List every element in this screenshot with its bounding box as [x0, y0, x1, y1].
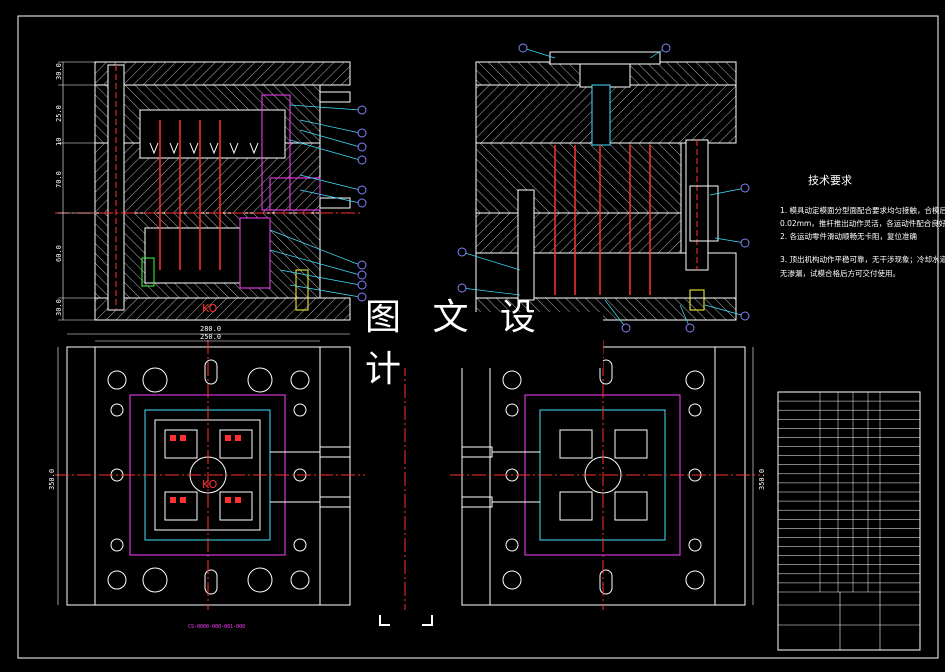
dimension-top-inner: 250.0: [200, 333, 222, 341]
watermark-box: 图 文 设 计: [365, 297, 603, 390]
dimension-side: 60.0: [55, 245, 63, 262]
part-label-section: KO: [202, 302, 218, 315]
dimension-side: 25.0: [55, 105, 63, 122]
requirement-line: 1. 模具动定模面分型面配合要求均匀接触，合模后间隙不得大于: [780, 206, 945, 215]
watermark-text: 图 文 设 计: [365, 297, 546, 390]
requirements-title: 技术要求: [808, 174, 852, 187]
part-label-plan: KO: [202, 478, 218, 491]
left-section-view: [55, 61, 367, 321]
requirement-line: 3. 顶出机构动作平稳可靠，无干涉现象；冷却水道通畅，: [780, 255, 945, 264]
dimension-plan-right: 350.0: [758, 468, 766, 490]
dimension-side: 30.0: [55, 63, 63, 80]
drawing-caption: CS-0000-000-001-000: [188, 624, 246, 630]
dimension-side: 70.0: [55, 171, 63, 188]
title-block: [777, 391, 921, 651]
requirement-line: 0.02mm，推杆推出动作灵活，各运动件配合良好，: [780, 219, 945, 228]
dimension-side: 30.0: [55, 299, 63, 316]
requirement-line: 无渗漏，试模合格后方可交付使用。: [780, 269, 900, 278]
dimension-plan-left: 350.0: [48, 468, 56, 490]
dimension-side: 10: [55, 137, 63, 146]
left-plan-view: [55, 333, 365, 610]
requirement-line: 2. 各运动零件滑动顺畅无卡阻，复位准确: [780, 232, 918, 241]
dimension-top-width: 280.0: [200, 325, 222, 333]
